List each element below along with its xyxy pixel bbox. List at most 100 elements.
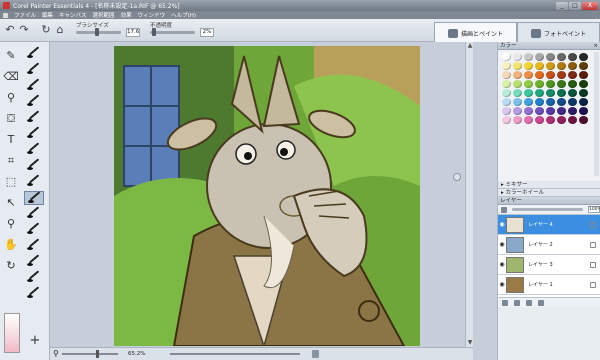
- main-color-well[interactable]: [4, 313, 20, 353]
- brush-variant-item[interactable]: [24, 95, 44, 109]
- menu-edit[interactable]: 編集: [42, 11, 53, 19]
- color-swatch[interactable]: [579, 89, 588, 97]
- color-swatch[interactable]: [502, 107, 511, 115]
- color-swatch[interactable]: [568, 98, 577, 106]
- layer-lock-icon[interactable]: [590, 281, 596, 288]
- color-swatch[interactable]: [546, 98, 555, 106]
- fill-tool-icon[interactable]: ⛋: [2, 110, 20, 127]
- color-swatch[interactable]: [502, 98, 511, 106]
- mixer-panel-header[interactable]: ▸ ミキサー: [498, 181, 600, 189]
- color-swatch[interactable]: [568, 62, 577, 70]
- brush-variant-item[interactable]: [24, 287, 44, 301]
- painting-canvas[interactable]: [114, 46, 420, 346]
- menu-file[interactable]: ファイル: [14, 11, 36, 19]
- redo-icon[interactable]: ↷: [18, 24, 30, 36]
- color-swatch[interactable]: [513, 89, 522, 97]
- color-swatch[interactable]: [557, 71, 566, 79]
- color-swatch[interactable]: [535, 71, 544, 79]
- vertical-scrollbar[interactable]: ▲ ▼: [465, 42, 473, 347]
- visibility-eye-icon[interactable]: ◉: [498, 281, 506, 288]
- eraser-tool-icon[interactable]: ⌫: [2, 68, 20, 85]
- zoom-slider-thumb[interactable]: [96, 350, 99, 358]
- color-swatch[interactable]: [557, 98, 566, 106]
- brush-variant-item[interactable]: [24, 223, 44, 237]
- color-swatch[interactable]: [524, 53, 533, 61]
- menu-help[interactable]: ヘルプ(H): [171, 11, 196, 19]
- color-swatch[interactable]: [557, 62, 566, 70]
- color-swatch[interactable]: [568, 80, 577, 88]
- panel-close-icon[interactable]: ×: [593, 42, 598, 50]
- canvas-navigator-button[interactable]: [453, 173, 461, 181]
- color-swatch[interactable]: [557, 116, 566, 124]
- tab-draw-paint[interactable]: 描画とペイント: [434, 22, 517, 43]
- color-panel-header[interactable]: カラー ×: [498, 42, 600, 50]
- magnifier-icon[interactable]: ⚲: [53, 350, 59, 358]
- new-layer-icon[interactable]: [502, 299, 508, 306]
- color-swatch[interactable]: [502, 71, 511, 79]
- brush-size-thumb[interactable]: [95, 28, 99, 36]
- brush-reset-icon[interactable]: ↻: [40, 24, 52, 36]
- menu-window[interactable]: ウィンドウ: [138, 11, 166, 19]
- color-swatch[interactable]: [535, 53, 544, 61]
- brush-size-value[interactable]: 17.6: [126, 28, 140, 37]
- color-swatch[interactable]: [513, 80, 522, 88]
- color-swatch[interactable]: [513, 107, 522, 115]
- layer-group-icon[interactable]: [514, 299, 520, 306]
- add-brush-icon[interactable]: +: [28, 334, 42, 348]
- color-swatch[interactable]: [524, 71, 533, 79]
- layer-row[interactable]: ◉ レイヤー 1: [498, 275, 600, 295]
- layer-lock-icon[interactable]: [590, 261, 596, 268]
- menu-effects[interactable]: 効果: [121, 11, 132, 19]
- brush-shape-icon[interactable]: ⌂: [54, 24, 66, 36]
- color-swatch[interactable]: [579, 116, 588, 124]
- color-swatch[interactable]: [579, 62, 588, 70]
- color-swatch[interactable]: [524, 98, 533, 106]
- brush-variant-item[interactable]: [24, 159, 44, 173]
- crop-tool-icon[interactable]: ⌗: [2, 152, 20, 169]
- color-swatch[interactable]: [524, 107, 533, 115]
- color-swatch[interactable]: [524, 89, 533, 97]
- color-swatch[interactable]: [568, 53, 577, 61]
- color-swatch[interactable]: [513, 98, 522, 106]
- color-swatch[interactable]: [535, 107, 544, 115]
- brush-variant-item-selected[interactable]: [24, 191, 44, 205]
- transform-tool-icon[interactable]: ↖: [2, 194, 20, 211]
- minimize-button[interactable]: _: [556, 1, 568, 10]
- layer-row[interactable]: ◉ レイヤー 2: [498, 235, 600, 255]
- brush-variant-item[interactable]: [24, 239, 44, 253]
- color-swatch[interactable]: [502, 53, 511, 61]
- brush-variant-item[interactable]: [24, 47, 44, 61]
- undo-icon[interactable]: ↶: [4, 24, 16, 36]
- color-swatch[interactable]: [568, 107, 577, 115]
- color-swatch[interactable]: [535, 98, 544, 106]
- color-swatch[interactable]: [535, 116, 544, 124]
- color-swatch[interactable]: [546, 53, 555, 61]
- color-swatch[interactable]: [557, 80, 566, 88]
- layer-row[interactable]: ◉ レイヤー 4: [498, 215, 600, 235]
- visibility-eye-icon[interactable]: ◉: [498, 261, 506, 268]
- color-swatch[interactable]: [579, 107, 588, 115]
- horizontal-scroll-thumb[interactable]: [312, 350, 319, 358]
- color-swatch[interactable]: [524, 80, 533, 88]
- app-menu-icon[interactable]: [3, 12, 8, 18]
- close-button[interactable]: X: [582, 1, 598, 10]
- layer-lock-icon[interactable]: [590, 221, 596, 228]
- color-swatch[interactable]: [546, 116, 555, 124]
- color-wheel-panel-header[interactable]: ▸ カラーホイール: [498, 189, 600, 197]
- brush-variant-item[interactable]: [24, 127, 44, 141]
- layer-opacity-slider[interactable]: [512, 208, 583, 211]
- color-swatch[interactable]: [568, 71, 577, 79]
- brush-variant-item[interactable]: [24, 255, 44, 269]
- color-swatch[interactable]: [513, 71, 522, 79]
- color-swatch[interactable]: [546, 80, 555, 88]
- color-swatch[interactable]: [557, 89, 566, 97]
- zoom-slider[interactable]: [62, 353, 118, 355]
- color-swatch[interactable]: [535, 62, 544, 70]
- color-swatch[interactable]: [579, 71, 588, 79]
- color-swatch[interactable]: [502, 80, 511, 88]
- layers-panel-header[interactable]: レイヤー: [498, 197, 600, 205]
- brush-variant-item[interactable]: [24, 79, 44, 93]
- color-swatch[interactable]: [546, 89, 555, 97]
- layer-row[interactable]: ◉ レイヤー 3: [498, 255, 600, 275]
- layer-opacity-value[interactable]: 100%: [588, 206, 600, 213]
